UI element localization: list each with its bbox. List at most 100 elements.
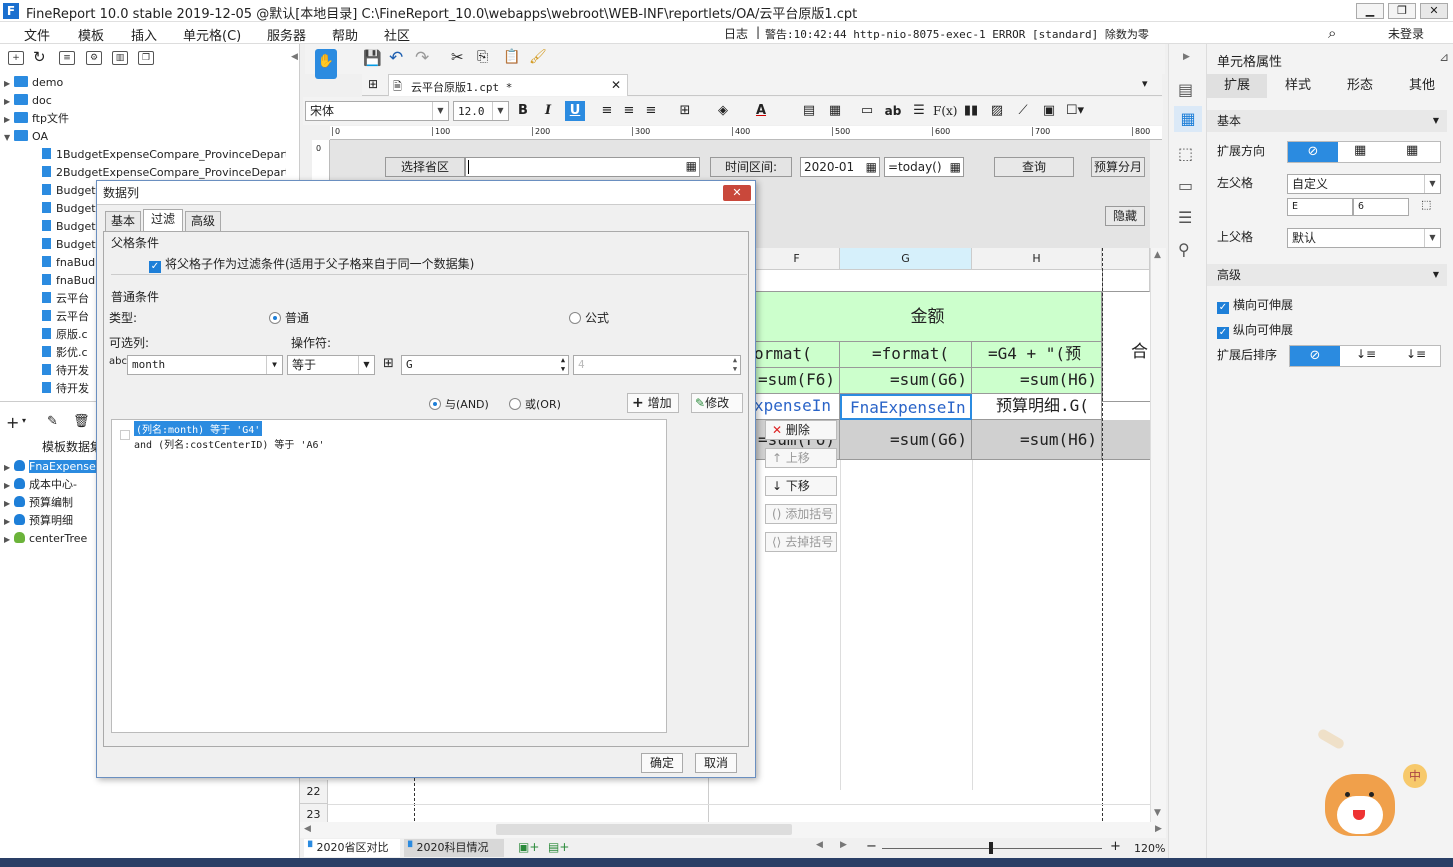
trash-icon[interactable]: 🗑 <box>73 414 90 429</box>
condition-item-1[interactable]: (列名:month) 等于 'G4' <box>134 421 263 436</box>
menu-file[interactable]: 文件 <box>24 25 50 44</box>
horizontal-expand-icon[interactable]: ▦ <box>1406 143 1418 158</box>
no-expand-icon[interactable]: ⊘ <box>1288 142 1338 162</box>
search-icon[interactable]: ⌕ <box>1328 24 1336 42</box>
tree-item[interactable]: 云平台 <box>42 290 89 308</box>
paragraph-icon[interactable]: ☰ <box>909 101 929 121</box>
cell-ref-icon[interactable]: ⊞ <box>383 356 394 371</box>
align-center-icon[interactable]: ≡ <box>619 101 639 121</box>
menu-cell[interactable]: 单元格(C) <box>183 25 241 44</box>
tree-item[interactable]: 原版.c <box>42 326 88 344</box>
font-size-select[interactable]: 12.0 ▼ <box>453 101 509 121</box>
bold-button[interactable]: B <box>513 101 533 121</box>
menu-community[interactable]: 社区 <box>384 25 410 44</box>
row-header-22[interactable]: 22 <box>300 780 328 804</box>
h-expand-checkbox[interactable]: ✓ 横向可伸展 <box>1217 296 1293 314</box>
save-icon[interactable]: 💾 <box>363 49 382 67</box>
next-icon[interactable]: ▶ <box>840 840 847 850</box>
left-parent-row-input[interactable]: 6 <box>1353 198 1409 216</box>
vertical-scrollbar[interactable]: ▲ ▼ <box>1150 248 1166 822</box>
dialog-tab-filter[interactable]: 过滤 <box>143 209 183 231</box>
parent-filter-checkbox[interactable]: ✓ 将父格子作为过滤条件(适用于父子格来自于同一个数据集) <box>149 255 474 273</box>
pin-icon[interactable]: ⊿ <box>1439 50 1449 64</box>
sort-desc-icon[interactable]: ↓≡ <box>1406 347 1426 361</box>
vertical-expand-icon[interactable]: ▦ <box>1354 143 1366 158</box>
add-bracket-button[interactable]: () 添加括号 <box>765 504 837 524</box>
float-element-icon[interactable]: ⬚ <box>1178 144 1193 163</box>
image-icon[interactable]: ▨ <box>987 101 1007 121</box>
template-icon[interactable]: ≡ <box>59 51 75 65</box>
undo-icon[interactable]: ↶ <box>389 48 403 68</box>
column-select[interactable]: month ▼ <box>127 355 283 375</box>
tree-item[interactable]: ▼ OA <box>4 128 48 146</box>
copy-icon[interactable]: ⎘ <box>477 49 488 65</box>
condition-item-2[interactable]: and (列名:costCenterID) 等于 'A6' <box>134 436 325 451</box>
advanced-section[interactable]: 高级 ▼ <box>1207 264 1447 286</box>
cell-f6[interactable]: xpenseIn <box>754 394 840 420</box>
align-right-icon[interactable]: ≡ <box>641 101 661 121</box>
total-cell[interactable]: 合 <box>1102 270 1150 402</box>
tree-item[interactable]: fnaBud <box>42 272 95 290</box>
v-expand-checkbox[interactable]: ✓ 纵向可伸展 <box>1217 321 1293 339</box>
align-left-icon[interactable]: ≡ <box>597 101 617 121</box>
format-painter-icon[interactable]: 🖌 <box>529 49 547 65</box>
cell-element-icon[interactable]: ▦ <box>1174 106 1202 132</box>
cell-attr-icon[interactable]: ▤ <box>1178 80 1193 99</box>
cell-g7[interactable]: =sum(G6) <box>840 420 972 460</box>
dataset-item[interactable]: ▶ 预算明细 <box>4 512 73 530</box>
sort-asc-icon[interactable]: ↓≡ <box>1356 347 1376 361</box>
delete-icon[interactable]: ▥ <box>112 51 128 65</box>
horizontal-scrollbar[interactable]: ◀ ▶ <box>300 822 1166 838</box>
new-folder-icon[interactable]: + <box>8 51 24 65</box>
border-icon[interactable]: ⊞ <box>675 101 695 121</box>
remove-bracket-button[interactable]: ⟨⟩ 去掉括号 <box>765 532 837 552</box>
maximize-button[interactable]: ❐ <box>1388 3 1416 19</box>
formula-icon[interactable]: F(x) <box>933 101 957 121</box>
and-radio[interactable]: 与(AND) <box>429 396 489 412</box>
dataset-item[interactable]: ▶ 成本中心- <box>4 476 77 494</box>
italic-button[interactable]: I <box>538 101 558 121</box>
dialog-close-button[interactable]: ✕ <box>723 185 751 201</box>
sheet-tab-2[interactable]: ▘2020科目情况 <box>404 839 504 857</box>
cancel-button[interactable]: 取消 <box>695 753 737 773</box>
cell-f4[interactable]: ormat( <box>754 342 840 368</box>
ok-button[interactable]: 确定 <box>641 753 683 773</box>
condition-list[interactable]: (列名:month) 等于 'G4' and (列名:costCenterID)… <box>111 419 667 733</box>
no-sort-icon[interactable]: ⊘ <box>1290 346 1340 366</box>
tree-item[interactable]: 待开发 <box>42 362 89 380</box>
condition-icon[interactable]: ☰ <box>1178 208 1192 227</box>
add-dataset-icon[interactable]: + <box>6 413 19 432</box>
redo-icon[interactable]: ↷ <box>415 48 429 68</box>
cell-h6[interactable]: 预算明细.G( <box>972 394 1102 420</box>
hide-button[interactable]: 隐藏 <box>1105 206 1145 226</box>
refresh-icon[interactable]: ↻ <box>33 48 46 66</box>
font-color-icon[interactable]: A <box>751 101 771 121</box>
tree-select-icon[interactable]: ▦ <box>686 159 697 173</box>
type-formula-radio[interactable]: 公式 <box>569 309 609 326</box>
column-header-g[interactable]: G <box>840 248 972 270</box>
tree-item[interactable]: Budget <box>42 218 96 236</box>
copy-icon[interactable]: ❐ <box>138 51 154 65</box>
menu-insert[interactable]: 插入 <box>131 25 157 44</box>
font-family-select[interactable]: 宋体 ▼ <box>305 101 449 121</box>
menu-help[interactable]: 帮助 <box>332 25 358 44</box>
insert-row-icon[interactable]: ▭ <box>857 101 877 121</box>
delete-button[interactable]: ✕ 删除 <box>765 420 837 440</box>
minimize-button[interactable]: ▁ <box>1356 3 1384 19</box>
tree-item[interactable]: 1BudgetExpenseCompare_ProvinceDepartm <box>42 146 286 164</box>
upper-parent-select[interactable]: 默认 ▼ <box>1287 228 1441 248</box>
dataset-item[interactable]: ▶ centerTree <box>4 530 87 548</box>
tab-template[interactable]: 🗎 云平台原版1.cpt * ✕ <box>388 74 628 96</box>
collapse-right-icon[interactable]: ▶ <box>1183 52 1190 62</box>
zoom-out-icon[interactable]: − <box>866 839 877 854</box>
grid-icon[interactable]: ⊞ <box>368 77 378 91</box>
tree-item[interactable]: 影优.c <box>42 344 88 362</box>
text-icon[interactable]: ab <box>883 101 903 121</box>
close-tab-icon[interactable]: ✕ <box>611 78 621 92</box>
tree-item[interactable]: ▶ ftp文件 <box>4 110 69 128</box>
collapse-left-icon[interactable]: ◀ <box>291 52 298 62</box>
underline-button[interactable]: U <box>565 101 585 121</box>
pick-cell-icon[interactable]: ⬚ <box>1421 198 1431 211</box>
or-radio[interactable]: 或(OR) <box>509 396 561 412</box>
end-date-input[interactable]: =today() ▦ <box>884 157 964 177</box>
